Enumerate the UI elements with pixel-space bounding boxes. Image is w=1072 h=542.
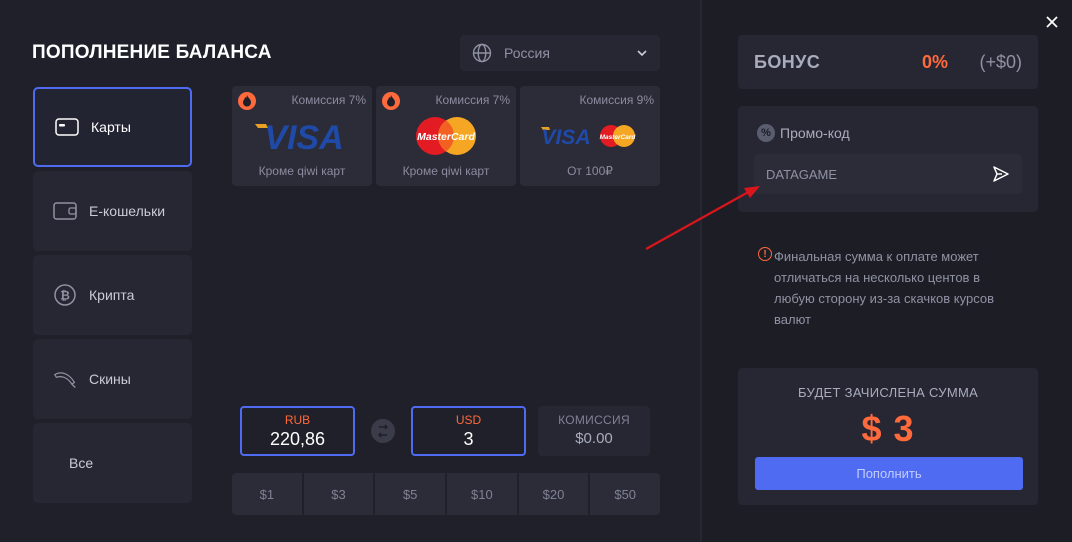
quick-amount-button[interactable]: $3 <box>303 473 376 515</box>
usd-amount-input[interactable]: USD 3 <box>411 406 526 456</box>
mastercard-logo: MasterCard <box>376 116 516 156</box>
bonus-panel: БОНУС 0% (+$0) <box>738 35 1038 89</box>
country-label: Россия <box>504 45 550 61</box>
knife-icon <box>53 367 77 391</box>
card-note: Кроме qiwi карт <box>402 164 490 178</box>
method-cards[interactable]: Карты <box>33 87 192 167</box>
method-label: Все <box>69 455 94 471</box>
svg-text:MasterCard: MasterCard <box>600 134 637 141</box>
annotation-arrow-icon <box>645 186 760 250</box>
wallet-icon <box>53 199 77 223</box>
country-select[interactable]: Россия <box>460 35 660 71</box>
close-icon[interactable] <box>1044 14 1060 30</box>
quick-amount-button[interactable]: $50 <box>590 473 661 515</box>
method-label: Е-кошельки <box>89 203 166 219</box>
method-all[interactable]: Все <box>33 423 192 503</box>
promo-code-value[interactable]: DATAGAME <box>766 167 992 182</box>
fire-icon <box>238 92 256 110</box>
warning-text: Финальная сумма к оплате может отличатьс… <box>774 249 994 327</box>
quick-amount-button[interactable]: $5 <box>375 473 448 515</box>
method-label: Скины <box>89 371 131 387</box>
bitcoin-icon: ₿ <box>53 283 77 307</box>
method-skins[interactable]: Скины <box>33 339 192 419</box>
visa-mastercard-logo: VISA MasterCard <box>520 116 660 156</box>
page-title: ПОПОЛНЕНИЕ БАЛАНСА <box>32 42 272 63</box>
currency-amount[interactable]: 3 <box>413 429 524 450</box>
card-icon <box>55 115 79 139</box>
quick-amount-button[interactable]: $1 <box>232 473 304 515</box>
card-option-visa-mastercard[interactable]: Комиссия 9% VISA MasterCard От 100₽ <box>520 86 660 186</box>
globe-icon <box>472 43 492 63</box>
card-note: Кроме qiwi карт <box>258 164 346 178</box>
credit-label: БУДЕТ ЗАЧИСЛЕНА СУММА <box>797 385 979 400</box>
method-label: Карты <box>91 119 131 135</box>
method-crypto[interactable]: ₿ Крипта <box>33 255 192 335</box>
svg-text:VISA: VISA <box>541 126 590 149</box>
quick-amount-button[interactable]: $20 <box>518 473 591 515</box>
card-option-visa[interactable]: Комиссия 7% VISA Кроме qiwi карт <box>232 86 372 186</box>
fee-label: КОМИССИЯ <box>558 413 630 427</box>
deposit-left-panel: ПОПОЛНЕНИЕ БАЛАНСА Россия Карты Е-кошель… <box>0 0 700 542</box>
quick-amounts: $1 $3 $5 $10 $20 $50 <box>232 473 661 515</box>
fee-display: КОМИССИЯ $0.00 <box>538 406 650 456</box>
rub-amount-input[interactable]: RUB 220,86 <box>240 406 355 456</box>
credit-panel: БУДЕТ ЗАЧИСЛЕНА СУММА $ 3 Пополнить <box>738 368 1038 505</box>
fee-label: Комиссия 9% <box>579 93 655 107</box>
fee-amount: $0.00 <box>575 430 613 447</box>
fee-label: Комиссия 7% <box>435 93 511 107</box>
chevron-down-icon <box>637 50 647 57</box>
credit-amount: $ 3 <box>861 408 915 449</box>
bonus-label: БОНУС <box>754 52 821 72</box>
promo-code-input[interactable]: DATAGAME <box>754 154 1022 194</box>
currency-code: RUB <box>284 413 311 427</box>
quick-amount-button[interactable]: $10 <box>447 473 519 515</box>
promo-label: Промо-код <box>780 125 850 141</box>
card-note: От 100₽ <box>567 164 613 178</box>
bonus-usd: (+$0) <box>979 52 1022 72</box>
svg-text:₿: ₿ <box>60 289 70 303</box>
visa-logo: VISA <box>232 116 372 156</box>
promo-panel: % Промо-код DATAGAME <box>738 106 1038 212</box>
currency-amount[interactable]: 220,86 <box>242 429 353 450</box>
svg-text:MasterCard: MasterCard <box>417 131 475 143</box>
percent-icon: % <box>757 124 775 142</box>
fee-label: Комиссия 7% <box>291 93 367 107</box>
send-icon[interactable] <box>992 165 1010 183</box>
swap-icon[interactable] <box>371 419 395 443</box>
currency-code: USD <box>455 413 482 427</box>
method-ewallets[interactable]: Е-кошельки <box>33 171 192 251</box>
bonus-percent: 0% <box>921 52 948 72</box>
method-label: Крипта <box>89 287 135 303</box>
svg-text:VISA: VISA <box>264 119 343 154</box>
topup-button[interactable]: Пополнить <box>755 457 1023 490</box>
fire-icon <box>382 92 400 110</box>
card-option-mastercard[interactable]: Комиссия 7% MasterCard Кроме qiwi карт <box>376 86 516 186</box>
